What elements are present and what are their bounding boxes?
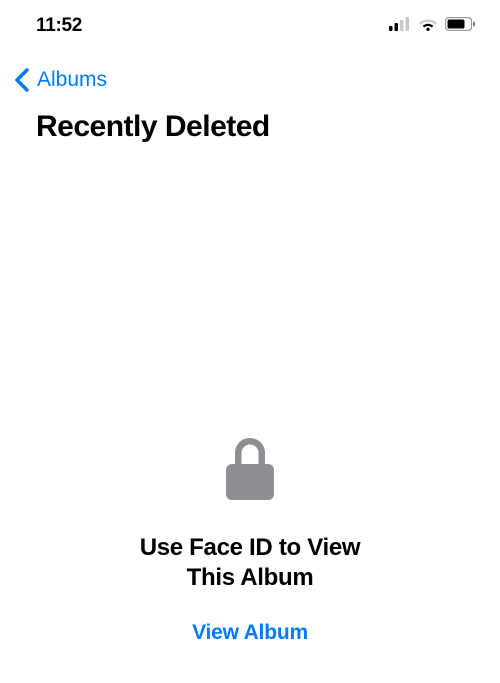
cellular-signal-icon [389, 17, 411, 36]
lock-icon [226, 438, 274, 505]
status-bar: 11:52 [0, 0, 500, 48]
nav-back-label: Albums [37, 68, 107, 92]
locked-prompt-line1: Use Face ID to View [140, 534, 361, 561]
view-album-button[interactable]: View Album [192, 621, 308, 645]
wifi-icon [418, 17, 438, 36]
nav-back[interactable]: Albums [0, 48, 500, 104]
locked-prompt-line2: This Album [187, 564, 314, 591]
status-icons [389, 17, 476, 36]
page-title: Recently Deleted [0, 104, 500, 144]
locked-prompt: Use Face ID to View This Album [140, 533, 361, 593]
locked-album-panel: Use Face ID to View This Album View Albu… [0, 438, 500, 645]
battery-icon [445, 17, 476, 36]
status-time: 11:52 [36, 15, 82, 37]
chevron-left-icon [14, 68, 31, 92]
